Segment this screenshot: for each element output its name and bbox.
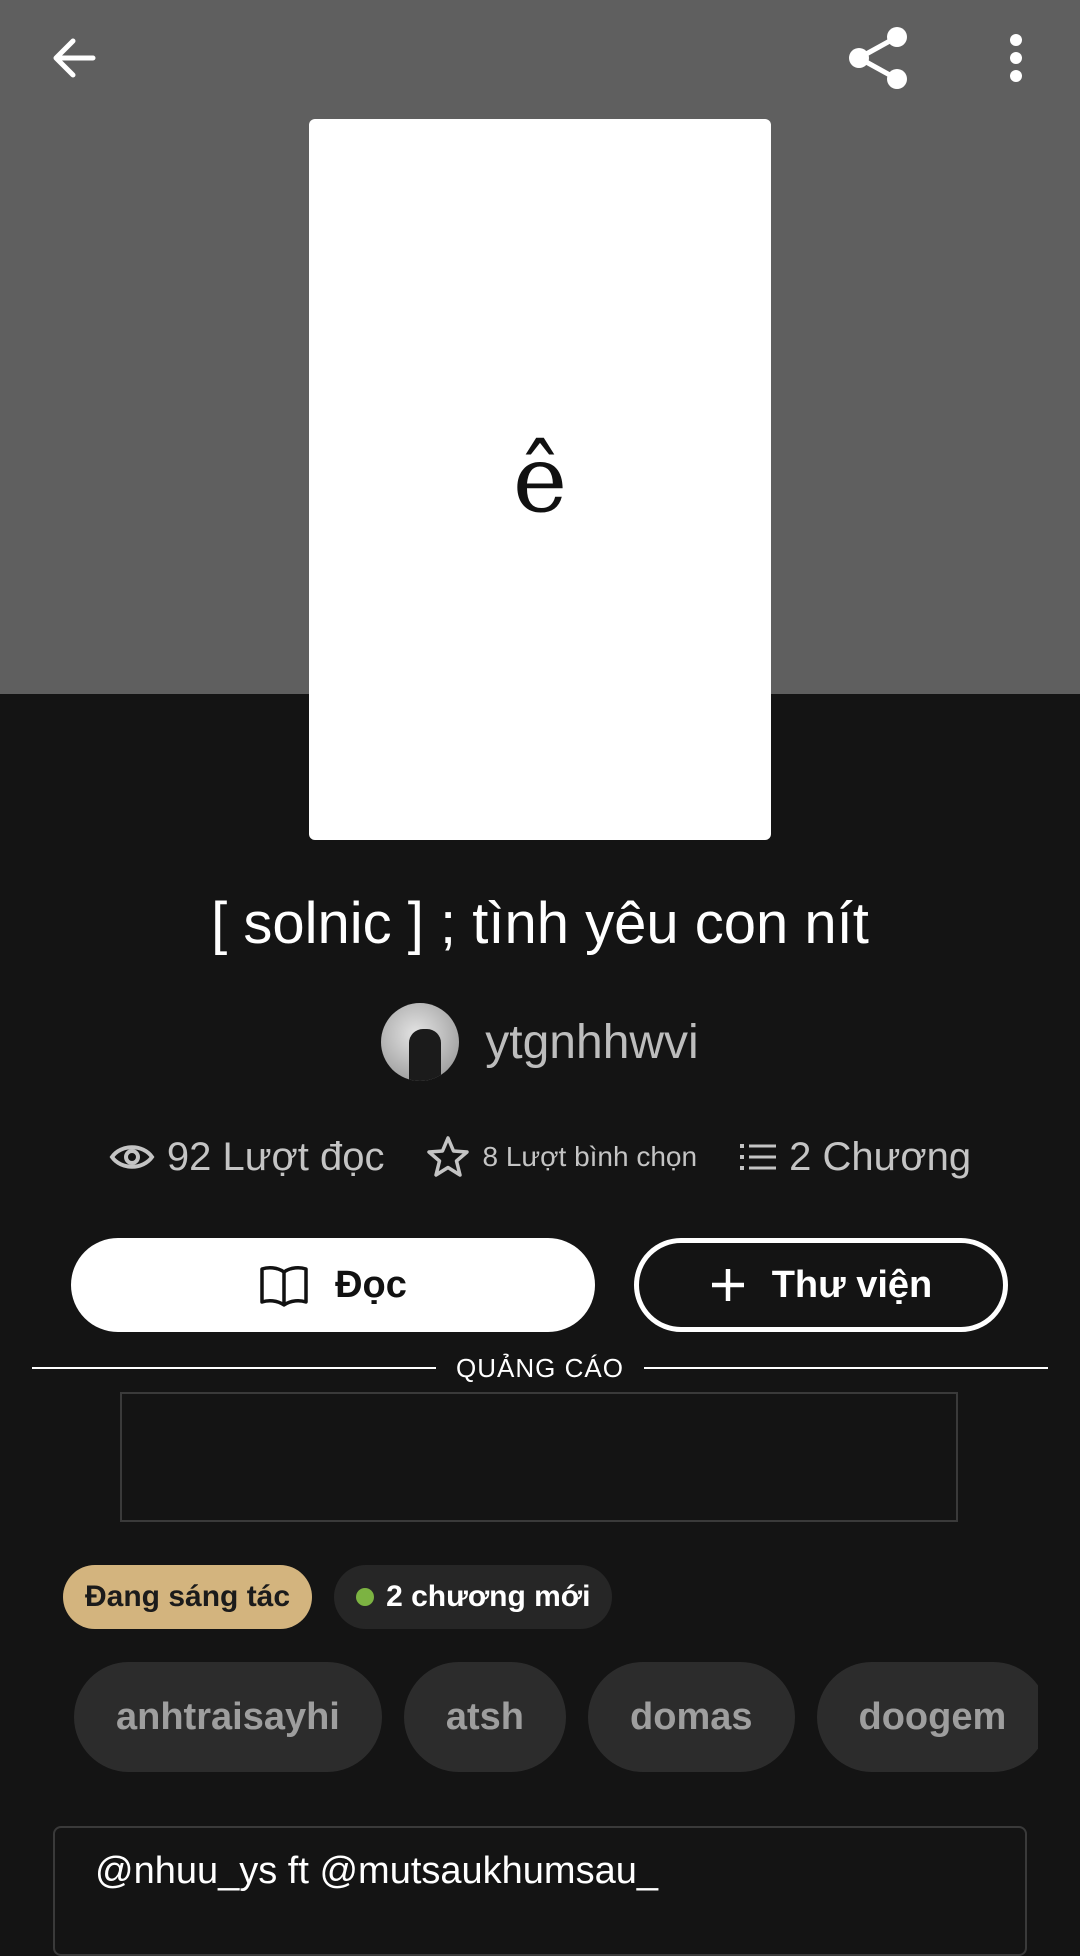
eye-icon xyxy=(109,1145,155,1169)
back-button[interactable] xyxy=(34,18,114,98)
ad-label: QUẢNG CÁO xyxy=(456,1352,624,1383)
more-vertical-icon xyxy=(1010,34,1022,82)
stats-row: 92 Lượt đọc 8 Lượt bình chọn 2 Chương xyxy=(0,1122,1080,1192)
new-dot-icon xyxy=(356,1588,375,1606)
add-to-library-button[interactable]: Thư viện xyxy=(634,1238,1008,1332)
ad-slot[interactable] xyxy=(120,1392,958,1522)
new-chapters-badge: 2 chương mới xyxy=(334,1565,613,1629)
author-name[interactable]: ytgnhhwvi xyxy=(485,1015,698,1070)
star-icon xyxy=(427,1136,470,1177)
more-options-button[interactable] xyxy=(976,18,1056,98)
share-button[interactable] xyxy=(838,18,918,98)
description-box[interactable]: @nhuu_ys ft @mutsaukhumsau_ xyxy=(53,1826,1027,1956)
story-cover[interactable]: ê xyxy=(309,119,771,840)
cover-text: ê xyxy=(512,426,568,533)
arrow-left-icon xyxy=(53,38,96,78)
divider-line-right xyxy=(643,1367,1049,1369)
reads-count: 92 Lượt đọc xyxy=(166,1134,385,1179)
votes-stat: 8 Lượt bình chọn xyxy=(426,1135,697,1179)
chapters-stat[interactable]: 2 Chương xyxy=(739,1135,971,1180)
read-button[interactable]: Đọc xyxy=(71,1238,595,1332)
tag-chip[interactable]: anhtraisayhi xyxy=(74,1662,382,1772)
author-row[interactable]: ytgnhhwvi xyxy=(0,1002,1080,1082)
read-label: Đọc xyxy=(335,1263,407,1306)
avatar[interactable] xyxy=(381,1003,460,1081)
votes-count: 8 Lượt bình chọn xyxy=(482,1141,698,1172)
ad-divider: QUẢNG CÁO xyxy=(32,1352,1049,1384)
tag-chip[interactable]: domas xyxy=(588,1662,795,1772)
status-badge: Đang sáng tác xyxy=(63,1565,313,1629)
divider-line-left xyxy=(32,1367,437,1369)
tag-chip[interactable]: doogem xyxy=(816,1662,1038,1772)
new-chapters-label: 2 chương mới xyxy=(386,1580,591,1613)
book-icon xyxy=(260,1266,308,1307)
plus-icon xyxy=(711,1269,744,1301)
reads-stat: 92 Lượt đọc xyxy=(109,1134,385,1180)
tag-chip[interactable]: atsh xyxy=(403,1662,567,1772)
library-label: Thư viện xyxy=(771,1263,933,1306)
list-icon xyxy=(740,1144,777,1170)
story-title: [ solnic ] ; tình yêu con nít xyxy=(211,891,869,956)
avatar-figure xyxy=(409,1029,442,1081)
description-text: @nhuu_ys ft @mutsaukhumsau_ xyxy=(95,1850,658,1892)
chapters-count: 2 Chương xyxy=(789,1134,972,1179)
tags-row: anhtraisayhi atsh domas doogem xyxy=(74,1662,1038,1772)
share-icon xyxy=(849,27,907,89)
tags-scroller[interactable]: anhtraisayhi atsh domas doogem xyxy=(74,1662,1038,1772)
status-row: Đang sáng tác 2 chương mới xyxy=(63,1565,613,1629)
